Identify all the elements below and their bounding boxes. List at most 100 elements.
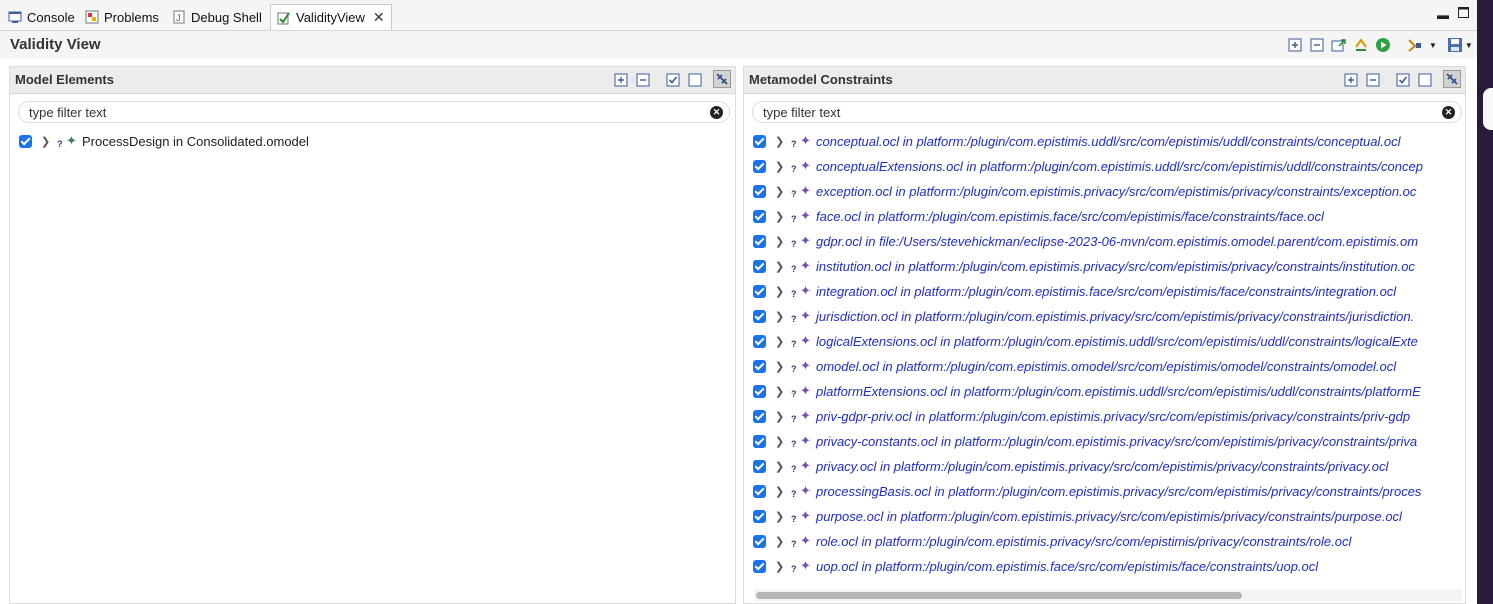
row-label: privacy.ocl in platform:/plugin/com.epis… <box>816 458 1389 474</box>
metamodel-constraints-filter[interactable]: ✕ <box>752 101 1462 123</box>
expand-all-icon[interactable] <box>1343 72 1359 88</box>
row-checkbox[interactable] <box>753 159 766 173</box>
row-checkbox[interactable] <box>753 459 766 473</box>
chevron-right-icon[interactable]: ❯ <box>41 135 51 148</box>
tree-row[interactable]: ❯? ✦ logicalExtensions.ocl in platform:/pl… <box>744 330 1418 352</box>
chevron-right-icon[interactable]: ❯ <box>775 135 785 148</box>
row-checkbox[interactable] <box>753 409 766 423</box>
enable-all-icon[interactable] <box>1395 72 1411 88</box>
tree-row[interactable]: ❯? ✦ uop.ocl in platform:/plugin/com.epist… <box>744 555 1318 577</box>
row-checkbox[interactable] <box>19 134 32 148</box>
row-checkbox[interactable] <box>753 509 766 523</box>
tree-row[interactable]: ❯? ✦ conceptualExtensions.ocl in platform:… <box>744 155 1423 177</box>
save-icon[interactable] <box>1447 37 1463 53</box>
chevron-right-icon[interactable]: ❯ <box>775 435 785 448</box>
tab-debug-shell[interactable]: J Debug Shell <box>172 4 262 30</box>
tree-row[interactable]: ❯? ✦ processingBasis.ocl in platform:/plug… <box>744 480 1421 502</box>
tree-row[interactable]: ❯? ✦ privacy.ocl in platform:/plugin/com.e… <box>744 455 1388 477</box>
tree-row[interactable]: ❯? ✦ institution.ocl in platform:/plugin/c… <box>744 255 1415 277</box>
chevron-right-icon[interactable]: ❯ <box>775 210 785 223</box>
row-checkbox[interactable] <box>753 559 766 573</box>
row-checkbox[interactable] <box>753 209 766 223</box>
row-checkbox[interactable] <box>753 184 766 198</box>
tree-row[interactable]: ❯? ✦ conceptual.ocl in platform:/plugin/co… <box>744 130 1401 152</box>
horizontal-scrollbar[interactable] <box>754 589 1462 601</box>
close-tab-icon[interactable]: ✕ <box>373 9 385 26</box>
scrollbar-thumb[interactable] <box>756 592 1242 599</box>
chevron-right-icon[interactable]: ❯ <box>775 360 785 373</box>
tree-row[interactable]: ❯? ✦ omodel.ocl in platform:/plugin/com.ep… <box>744 355 1396 377</box>
tree-row[interactable]: ❯? ✦ privacy-constants.ocl in platform:/pl… <box>744 430 1417 452</box>
clear-filter-icon[interactable]: ✕ <box>1442 106 1455 119</box>
chevron-right-icon[interactable]: ❯ <box>775 385 785 398</box>
chevron-right-icon[interactable]: ❯ <box>775 485 785 498</box>
maximize-icon[interactable] <box>1458 7 1469 21</box>
chevron-right-icon[interactable]: ❯ <box>775 410 785 423</box>
expand-all-icon[interactable] <box>613 72 629 88</box>
collapse-all-icon[interactable] <box>635 72 651 88</box>
tree-row[interactable]: ❯? ✦ priv-gdpr-priv.ocl in platform:/plugi… <box>744 405 1410 427</box>
tree-row[interactable]: ❯? ✦ gdpr.ocl in file:/Users/stevehickman/… <box>744 230 1418 252</box>
clear-filter-icon[interactable]: ✕ <box>710 106 723 119</box>
tree-row[interactable]: ❯? ✦ jurisdiction.ocl in platform:/plugin/… <box>744 305 1414 327</box>
row-checkbox[interactable] <box>753 309 766 323</box>
collapse-all-icon[interactable] <box>1309 37 1325 53</box>
filter-options-icon[interactable] <box>1407 37 1423 53</box>
tree-row[interactable]: ❯? ✦ exception.ocl in platform:/plugin/com… <box>744 180 1416 202</box>
chevron-right-icon[interactable]: ❯ <box>775 160 785 173</box>
chevron-right-icon[interactable]: ❯ <box>775 310 785 323</box>
unknown-status-icon: ? <box>791 414 797 424</box>
collapse-all-icon[interactable] <box>1365 72 1381 88</box>
chevron-right-icon[interactable]: ❯ <box>775 260 785 273</box>
row-checkbox[interactable] <box>753 434 766 448</box>
row-label: face.ocl in platform:/plugin/com.epistim… <box>816 208 1324 224</box>
row-checkbox[interactable] <box>753 484 766 498</box>
chevron-down-icon[interactable]: ▼ <box>1429 41 1437 50</box>
disable-all-icon[interactable] <box>1417 72 1433 88</box>
chevron-right-icon[interactable]: ❯ <box>775 510 785 523</box>
expand-all-icon[interactable] <box>1287 37 1303 53</box>
run-icon[interactable] <box>1375 37 1391 53</box>
desktop-edge <box>1477 0 1493 604</box>
row-checkbox[interactable] <box>753 259 766 273</box>
tree-row[interactable]: ❯? ✦ face.ocl in platform:/plugin/com.epis… <box>744 205 1324 227</box>
model-elements-filter[interactable]: ✕ <box>18 101 730 123</box>
tree-row[interactable]: ❯ ? ✦ ProcessDesign in Consolidated.omod… <box>10 130 309 152</box>
model-elements-filter-input[interactable] <box>29 104 668 120</box>
export-icon[interactable] <box>1331 37 1347 53</box>
enable-all-icon[interactable] <box>665 72 681 88</box>
link-with-editor-icon[interactable] <box>713 70 731 88</box>
row-label: jurisdiction.ocl in platform:/plugin/com… <box>816 308 1415 324</box>
tab-problems[interactable]: Problems <box>85 4 159 30</box>
tree-row[interactable]: ❯? ✦ role.ocl in platform:/plugin/com.epis… <box>744 530 1351 552</box>
link-with-editor-icon[interactable] <box>1443 70 1461 88</box>
tab-console[interactable]: Console <box>8 4 75 30</box>
tree-row[interactable]: ❯? ✦ purpose.ocl in platform:/plugin/com.e… <box>744 505 1402 527</box>
disable-all-icon[interactable] <box>687 72 703 88</box>
chevron-right-icon[interactable]: ❯ <box>775 185 785 198</box>
chevron-right-icon[interactable]: ❯ <box>775 285 785 298</box>
chevron-right-icon[interactable]: ❯ <box>775 335 785 348</box>
panel-toolbar <box>607 70 731 88</box>
refresh-icon[interactable] <box>1353 37 1369 53</box>
chevron-right-icon[interactable]: ❯ <box>775 560 785 573</box>
chevron-right-icon[interactable]: ❯ <box>775 235 785 248</box>
svg-text:J: J <box>176 13 181 23</box>
tree-row[interactable]: ❯? ✦ integration.ocl in platform:/plugin/c… <box>744 280 1396 302</box>
row-checkbox[interactable] <box>753 334 766 348</box>
chevron-right-icon[interactable]: ❯ <box>775 535 785 548</box>
chevron-down-icon[interactable]: ▼ <box>1465 41 1473 50</box>
row-checkbox[interactable] <box>753 234 766 248</box>
row-checkbox[interactable] <box>753 534 766 548</box>
row-checkbox[interactable] <box>753 134 766 148</box>
minimize-icon[interactable]: ▬ <box>1437 8 1449 22</box>
unknown-status-icon: ? <box>791 314 797 324</box>
constraint-resource-icon: ✦ <box>800 358 811 373</box>
tab-validity-view[interactable]: ValidityView ✕ <box>270 4 392 30</box>
row-checkbox[interactable] <box>753 359 766 373</box>
row-checkbox[interactable] <box>753 384 766 398</box>
tree-row[interactable]: ❯? ✦ platformExtensions.ocl in platform:/p… <box>744 380 1421 402</box>
chevron-right-icon[interactable]: ❯ <box>775 460 785 473</box>
metamodel-constraints-filter-input[interactable] <box>763 104 1401 120</box>
row-checkbox[interactable] <box>753 284 766 298</box>
